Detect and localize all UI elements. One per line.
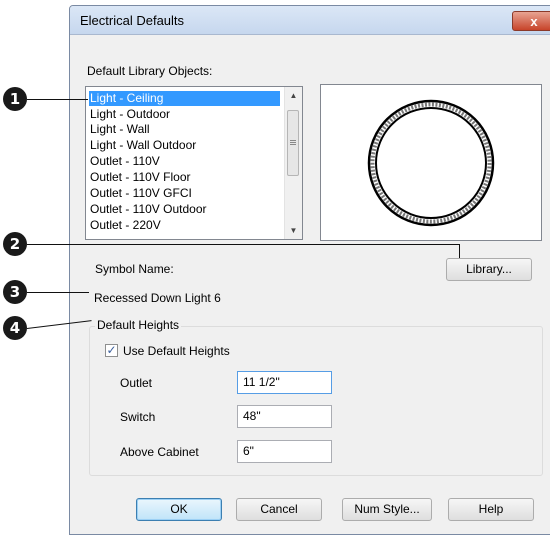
list-item[interactable]: Outlet - 220V (89, 218, 161, 233)
use-default-heights-label: Use Default Heights (123, 344, 230, 358)
callout-3: 3 (3, 280, 27, 304)
above-cabinet-label: Above Cabinet (120, 445, 199, 459)
cancel-button[interactable]: Cancel (236, 498, 322, 521)
outlet-height-field[interactable]: 11 1/2" (237, 371, 332, 394)
list-item[interactable]: Outlet - 110V GFCI (89, 186, 192, 201)
electrical-defaults-dialog: Electrical Defaults x Default Library Ob… (69, 5, 550, 535)
help-button[interactable]: Help (448, 498, 534, 521)
library-button[interactable]: Library... (446, 258, 532, 281)
callout-2-leader (27, 244, 460, 245)
library-objects-label: Default Library Objects: (87, 64, 213, 78)
recessed-light-symbol (367, 99, 495, 227)
list-item[interactable]: Light - Wall Outdoor (89, 138, 196, 153)
list-item[interactable]: Outlet - 110V Outdoor (89, 202, 207, 217)
chevron-down-icon[interactable]: ▼ (285, 222, 302, 239)
callout-4: 4 (3, 316, 27, 340)
callout-2: 2 (3, 232, 27, 256)
callout-1-leader (27, 99, 88, 100)
symbol-name-value: Recessed Down Light 6 (94, 291, 221, 305)
list-scrollbar[interactable]: ▲ ▼ (284, 87, 302, 239)
callout-2-leader-drop (459, 244, 460, 258)
use-default-heights-checkbox[interactable]: ✓ (105, 344, 118, 357)
list-item[interactable]: Outlet - 110V (89, 154, 160, 169)
chevron-up-icon[interactable]: ▲ (285, 87, 302, 104)
default-heights-label: Default Heights (95, 318, 182, 332)
symbol-name-label: Symbol Name: (95, 262, 174, 276)
list-item[interactable]: Outlet - 110V Floor (89, 170, 191, 185)
above-cabinet-height-field[interactable]: 6" (237, 440, 332, 463)
switch-label: Switch (120, 410, 156, 424)
switch-height-field[interactable]: 48" (237, 405, 332, 428)
list-item[interactable]: Light - Ceiling (89, 91, 280, 106)
list-item[interactable]: Light - Wall (89, 122, 150, 137)
symbol-preview (320, 84, 542, 241)
outlet-label: Outlet (120, 376, 153, 390)
callout-3-leader (27, 292, 89, 293)
list-item[interactable]: Light - Outdoor (89, 107, 170, 122)
num-style-button[interactable]: Num Style... (342, 498, 432, 521)
callout-1: 1 (3, 87, 27, 111)
scrollbar-thumb[interactable] (287, 110, 299, 176)
ok-button[interactable]: OK (136, 498, 222, 521)
dialog-title: Electrical Defaults (80, 13, 185, 28)
library-objects-list[interactable]: Light - Ceiling Light - Outdoor Light - … (85, 86, 303, 240)
title-bar: Electrical Defaults x (70, 6, 550, 35)
close-icon[interactable]: x (512, 11, 550, 31)
